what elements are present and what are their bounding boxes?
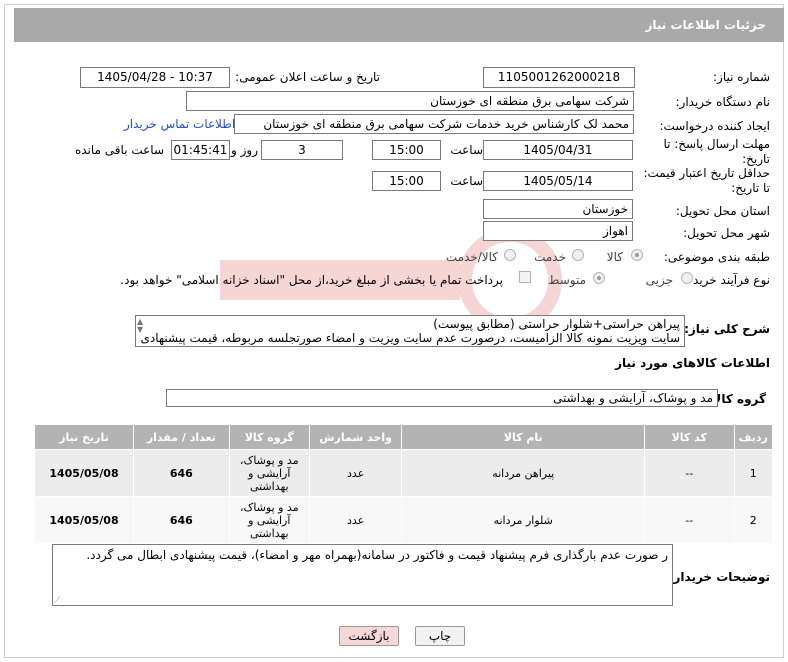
creator-field[interactable]: محمد لک کارشناس خرید خدمات شرکت سهامی بر… (234, 114, 634, 134)
col-header-group: گروه کالا (228, 424, 310, 450)
category-radio-goods-service[interactable] (504, 249, 516, 261)
category-option-goods: کالا (606, 250, 623, 264)
cell-unit: عدد (308, 449, 403, 497)
need-number-label: شماره نیاز: (713, 70, 770, 84)
validity-time-field[interactable]: 15:00 (372, 171, 441, 191)
category-radio-goods[interactable] (631, 249, 643, 261)
validity-date-field[interactable]: 1405/05/14 (483, 171, 633, 191)
treasury-payment-note: پرداخت تمام یا بخشی از مبلغ خرید،از محل … (120, 273, 503, 287)
print-button[interactable]: چاپ (415, 626, 465, 646)
deadline-label-1: مهلت ارسال پاسخ: تا (663, 137, 770, 151)
remaining-label: ساعت باقی مانده (74, 143, 164, 157)
col-header-qty: تعداد / مقدار (132, 424, 230, 450)
cell-unit: عدد (308, 496, 403, 544)
buyer-notes-label: توضیحات خریدار: (668, 570, 770, 584)
province-label: استان محل تحویل: (675, 204, 770, 218)
announce-label: تاریخ و ساعت اعلان عمومی: (235, 70, 380, 84)
deadline-date-field[interactable]: 1405/04/31 (483, 140, 633, 160)
cell-code: -- (643, 449, 735, 497)
col-header-date: تاریخ نیاز (34, 424, 134, 450)
days-label: روز و (231, 143, 258, 157)
description-line-1: پیراهن حراستی+شلوار حراستی (مطابق پیوست) (433, 317, 680, 331)
cell-name: پیراهن مردانه (401, 449, 645, 497)
days-field[interactable]: 3 (261, 140, 343, 160)
page-title: جزئیات اطلاعات نیاز (645, 18, 766, 32)
goods-info-title: اطلاعات کالاهای مورد نیاز (615, 356, 770, 370)
category-label: طبقه بندی موضوعی: (663, 250, 770, 264)
process-radio-medium[interactable] (593, 272, 605, 284)
process-option-minor: جزیی (645, 273, 673, 287)
col-header-row: ردیف (733, 424, 773, 450)
validity-label-1: حداقل تاریخ اعتبار قیمت: (643, 166, 770, 180)
cell-date: 1405/05/08 (34, 496, 134, 544)
process-label: نوع فرآیند خرید : (685, 273, 770, 287)
buyer-org-field[interactable]: شرکت سهامی برق منطقه ای خوزستان (186, 91, 634, 111)
col-header-unit: واحد شمارش (308, 424, 403, 450)
cell-group: مد و پوشاک، آرایشی و بهداشتی (228, 449, 310, 497)
province-field[interactable]: خوزستان (483, 199, 633, 219)
description-label: شرح کلی نیاز: (684, 322, 770, 336)
need-number-field[interactable]: 1105001262000218 (483, 67, 635, 88)
cell-code: -- (643, 496, 735, 544)
cell-row: 1 (733, 449, 773, 497)
resize-handle-icon[interactable]: ⟋ (54, 596, 60, 606)
buyer-contact-link[interactable]: اطلاعات تماس خریدار (124, 117, 235, 131)
col-header-name: نام کالا (401, 424, 645, 450)
category-option-goods-service: کالا/خدمت (445, 250, 498, 264)
cell-date: 1405/05/08 (34, 449, 134, 497)
cell-row: 2 (733, 496, 773, 544)
cell-name: شلوار مردانه (401, 496, 645, 544)
city-label: شهر محل تحویل: (683, 226, 770, 240)
table-row[interactable]: 2 -- شلوار مردانه عدد مد و پوشاک، آرایشی… (34, 496, 773, 544)
creator-label: ایجاد کننده درخواست: (659, 119, 770, 133)
remaining-time-field[interactable]: 01:45:41 (171, 140, 230, 160)
process-option-medium: متوسط (548, 273, 586, 287)
scroll-arrows-icon[interactable]: ▲ ▼ (137, 318, 143, 334)
cell-qty: 646 (132, 449, 230, 497)
validity-label-2: تا تاریخ: (731, 181, 770, 195)
category-radio-service[interactable] (572, 249, 584, 261)
back-button[interactable]: بازگشت (339, 626, 399, 646)
cell-qty: 646 (132, 496, 230, 544)
deadline-label-2: تاریخ: (742, 152, 770, 166)
buyer-notes-textarea[interactable]: ر صورت عدم بارگذاری فرم پیشنهاد قیمت و ف… (52, 544, 673, 606)
col-header-code: کد کالا (643, 424, 735, 450)
cell-group: مد و پوشاک، آرایشی و بهداشتی (228, 496, 310, 544)
items-table: ردیف کد کالا نام کالا واحد شمارش گروه کا… (34, 424, 773, 544)
goods-group-field[interactable]: مد و پوشاک، آرایشی و بهداشتی (166, 389, 718, 407)
announce-field[interactable]: 1405/04/28 - 10:37 (80, 67, 230, 88)
deadline-time-field[interactable]: 15:00 (372, 140, 441, 160)
category-option-service: خدمت (534, 250, 566, 264)
description-line-2: سایت ویزیت نمونه کالا الزامیست، درصورت ع… (140, 331, 680, 345)
validity-time-label: ساعت (450, 174, 483, 188)
page-header: جزئیات اطلاعات نیاز (14, 8, 784, 42)
treasury-checkbox[interactable] (519, 271, 531, 283)
deadline-time-label: ساعت (450, 143, 483, 157)
buyer-org-label: نام دستگاه خریدار: (675, 95, 771, 109)
description-textarea[interactable]: پیراهن حراستی+شلوار حراستی (مطابق پیوست)… (135, 315, 685, 347)
table-row[interactable]: 1 -- پیراهن مردانه عدد مد و پوشاک، آرایش… (34, 449, 773, 497)
city-field[interactable]: اهواز (483, 221, 633, 241)
process-radio-minor[interactable] (681, 272, 693, 284)
